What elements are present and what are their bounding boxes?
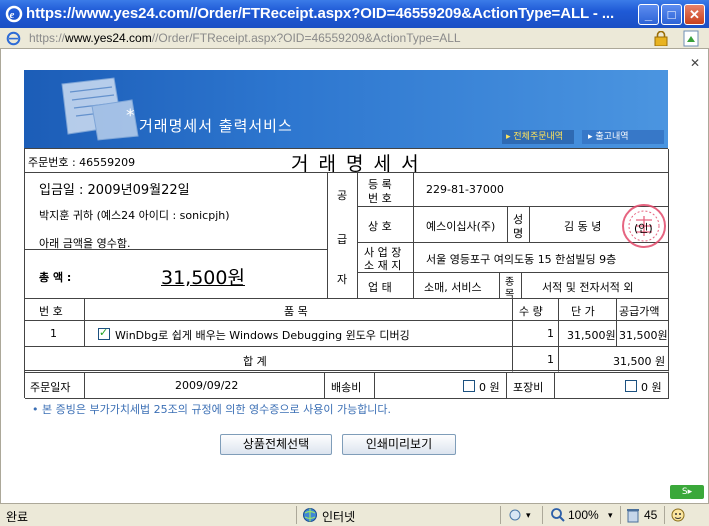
packing-label: 포장비 [507,373,555,399]
name-label: 성 명 [508,207,530,243]
protected-mode-icon[interactable] [508,508,522,522]
company-value: 예스이십사(주) [414,207,508,243]
status-bar: 완료 인터넷 ▾ 100% ▾ 45 [0,503,709,526]
lock-icon[interactable] [654,31,668,46]
reg-no-value: 229-81-37000 [414,173,669,207]
address-value: 서울 영등포구 여의도동 15 한섬빌딩 9층 [414,243,669,273]
popup-close-icon[interactable]: ✕ [690,56,700,70]
order-date-value: 2009/09/22 [85,373,325,399]
ie-logo-icon: e [5,5,23,23]
zoom-level[interactable]: 100% [568,508,599,522]
packing-checkbox[interactable] [625,380,637,392]
status-zone: 인터넷 [322,510,356,524]
svg-text:e: e [10,9,15,21]
zoom-icon[interactable] [550,507,566,523]
globe-icon [303,508,317,522]
total-box: 총 액 : 31,500원 [25,249,328,299]
total-label: 총 액 : [39,271,72,284]
address-bar[interactable]: https://www.yes24.com//Order/FTReceipt.a… [0,28,709,49]
maximize-button[interactable]: □ [661,4,682,25]
customer-name: 박지훈 귀하 (예스24 아이디 : sonicpjh) [39,209,230,222]
tab-all-orders[interactable]: ▸ 전체주문내역 [502,130,574,144]
print-preview-button[interactable]: 인쇄미리보기 [342,434,456,455]
supplier-label: 공 급 자 [328,173,358,299]
banner: * 거래명세서 출력서비스 ▸ 전체주문내역 ▸ 출고내역 [24,70,668,148]
company-label: 상 호 [358,207,414,243]
ie-page-icon [6,31,21,46]
address-label: 사 업 장 소 재 지 [358,243,414,273]
protected-mode-dropdown-icon[interactable]: ▾ [526,510,531,521]
minimize-button[interactable]: _ [638,4,659,25]
item-checkbox[interactable] [98,326,110,340]
total-amount: 31,500원 [161,267,245,289]
item-type-value: 서적 및 전자서적 외 [522,273,669,299]
select-all-button[interactable]: 상품전체선택 [220,434,332,455]
item-title: WinDbg로 쉽게 배우는 Windows Debugging 윈도우 디버깅 [115,329,410,342]
business-value: 소매, 서비스 [414,273,500,299]
business-label: 업 태 [358,273,414,299]
toolbar-widget-icon[interactable]: S▸ [670,485,704,499]
tab-shipping[interactable]: ▸ 출고내역 [582,130,664,144]
order-number: 주문번호 : 46559209 [28,156,136,169]
col-header-unit: 단 가 [559,299,617,321]
col-header-qty: 수 량 [513,299,559,321]
deposit-date: 입금일 : 2009년09월22일 [39,183,190,198]
sum-label: 합 계 [243,355,267,368]
item-type-label: 종 목 [500,273,522,300]
status-done: 완료 [6,510,29,524]
sum-label-cell: 합 계 [25,347,513,373]
table-row-supply: 31,500원 [617,321,669,347]
status-count: 45 [644,508,658,522]
receipt-notice: • 본 증빙은 부가가치세법 25조의 규정에 의한 영수증으로 사용이 가능합… [32,403,392,416]
receipt-header-row: 주문번호 : 46559209 거 래 명 세 서 [25,149,669,175]
shipping-label: 배송비 [325,373,375,399]
reg-no-label: 등 록 번 호 [358,173,414,207]
popup-blocker-icon[interactable] [670,507,686,523]
receipt-table: 주문번호 : 46559209 거 래 명 세 서 입금일 : 2009년09월… [24,148,669,399]
order-date-label: 주문일자 [25,373,85,399]
sum-qty: 1 [513,347,559,373]
shipping-checkbox[interactable] [463,380,475,392]
table-row-unit: 31,500원 [559,321,617,347]
banner-title: 거래명세서 출력서비스 [139,117,293,135]
sum-amount: 31,500 원 [559,347,669,373]
title-bar: e https://www.yes24.com//Order/FTReceipt… [0,0,709,28]
rss-page-icon[interactable] [683,30,699,47]
banner-star-icon: * [126,106,135,126]
trash-icon[interactable] [626,507,640,523]
zoom-dropdown-icon[interactable]: ▾ [608,510,613,521]
col-header-item: 품 목 [85,299,513,321]
close-button[interactable]: ✕ [684,4,705,25]
table-row-no: 1 [25,321,85,347]
col-header-supply: 공급가액 [617,299,669,321]
packing-value: 0 원 [555,373,669,399]
url-text[interactable]: https://www.yes24.com//Order/FTReceipt.a… [29,31,461,45]
window-title: https://www.yes24.com//Order/FTReceipt.a… [26,5,615,22]
shipping-value: 0 원 [375,373,507,399]
col-header-no: 번 호 [25,299,85,321]
table-row-qty: 1 [513,321,559,347]
document-title: 거 래 명 세 서 [291,153,421,175]
seal-mark: (인) [634,222,653,235]
table-row-item: WinDbg로 쉽게 배우는 Windows Debugging 윈도우 디버깅 [85,321,513,347]
